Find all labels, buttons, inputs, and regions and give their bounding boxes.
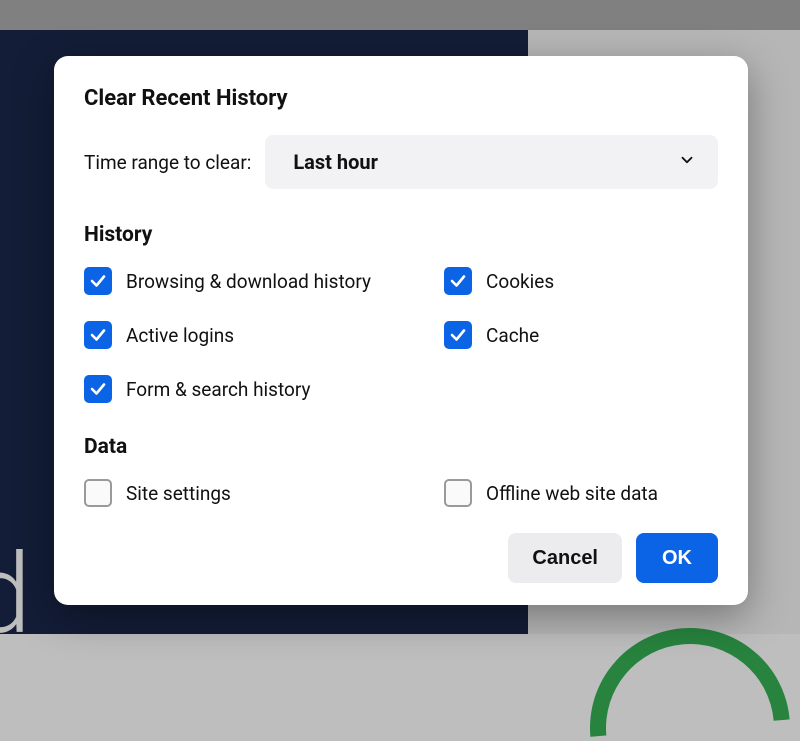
checkbox-label: Cookies <box>486 270 554 293</box>
checkbox-browsing-download-history[interactable]: Browsing & download history <box>84 267 436 295</box>
window-backdrop: din Clear Recent History Time range to c… <box>0 0 800 741</box>
time-range-value: Last hour <box>293 150 378 174</box>
checkbox-box <box>444 321 472 349</box>
check-icon <box>89 380 107 398</box>
data-checkbox-grid: Site settings Offline web site data <box>84 479 718 507</box>
checkbox-box <box>444 479 472 507</box>
time-range-row: Time range to clear: Last hour <box>84 135 718 189</box>
checkbox-label: Form & search history <box>126 378 310 401</box>
history-checkbox-grid: Browsing & download history Cookies Acti… <box>84 267 718 403</box>
cancel-button[interactable]: Cancel <box>508 533 622 583</box>
check-icon <box>89 272 107 290</box>
data-heading: Data <box>84 435 718 459</box>
checkbox-active-logins[interactable]: Active logins <box>84 321 436 349</box>
checkbox-cookies[interactable]: Cookies <box>444 267 718 295</box>
ok-button[interactable]: OK <box>636 533 718 583</box>
checkbox-offline-web-site-data[interactable]: Offline web site data <box>444 479 718 507</box>
chevron-down-icon <box>678 151 696 173</box>
time-range-select[interactable]: Last hour <box>265 135 718 189</box>
checkbox-box <box>84 321 112 349</box>
checkbox-label: Offline web site data <box>486 482 658 505</box>
time-range-label: Time range to clear: <box>84 151 251 174</box>
checkbox-box <box>84 479 112 507</box>
checkbox-box <box>84 375 112 403</box>
dialog-footer: Cancel OK <box>84 533 718 583</box>
checkbox-box <box>444 267 472 295</box>
history-heading: History <box>84 223 718 247</box>
checkbox-label: Cache <box>486 324 539 347</box>
checkbox-label: Site settings <box>126 482 231 505</box>
checkbox-box <box>84 267 112 295</box>
checkbox-label: Browsing & download history <box>126 270 371 293</box>
clear-history-dialog: Clear Recent History Time range to clear… <box>54 56 748 605</box>
checkbox-form-search-history[interactable]: Form & search history <box>84 375 436 403</box>
check-icon <box>449 272 467 290</box>
checkbox-cache[interactable]: Cache <box>444 321 718 349</box>
dialog-title: Clear Recent History <box>84 86 718 111</box>
checkbox-site-settings[interactable]: Site settings <box>84 479 436 507</box>
check-icon <box>449 326 467 344</box>
checkbox-label: Active logins <box>126 324 234 347</box>
check-icon <box>89 326 107 344</box>
